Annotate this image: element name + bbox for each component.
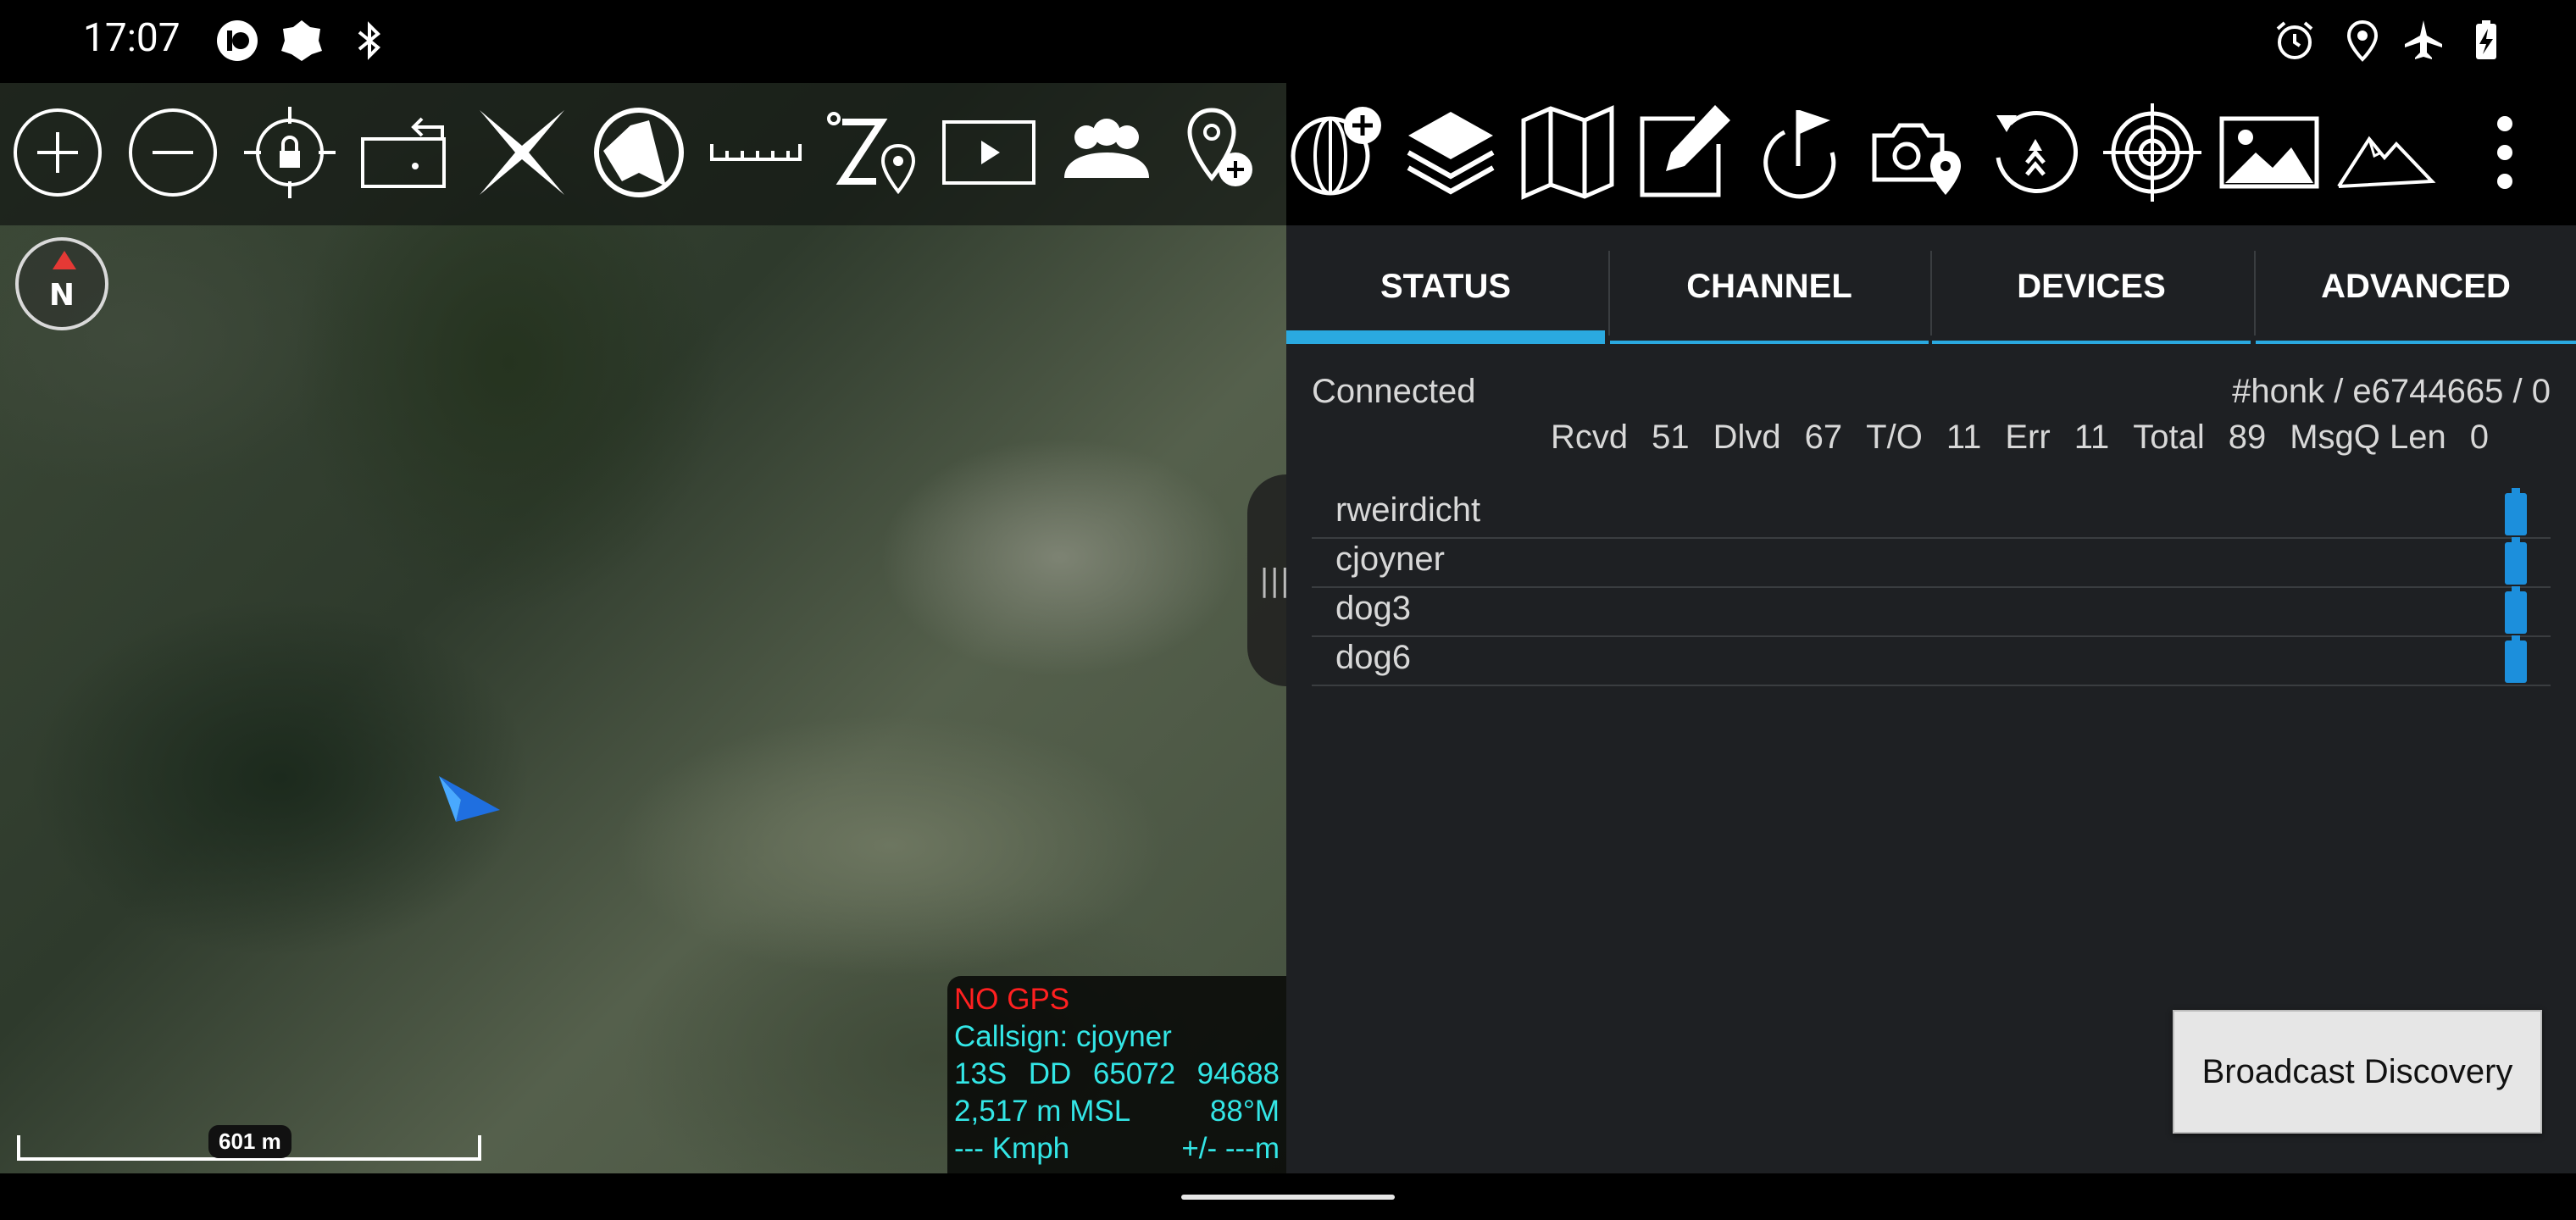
map-mode-icon[interactable] [588,102,690,203]
tab-channel[interactable]: CHANNEL [1610,246,1929,344]
stat-dlvd-label: Dlvd [1713,419,1781,456]
stat-timeout-label: T/O [1866,419,1923,456]
rotate-icon[interactable] [354,102,456,203]
terrain-icon[interactable] [2335,102,2437,203]
battery-icon [2505,537,2527,585]
compass[interactable]: N [15,237,108,330]
altitude-row: 2,517 m MSL 88°M [954,1093,1280,1130]
compass-label: N [48,278,75,313]
tab-channel-indicator [1610,341,1929,344]
stat-total-value: 89 [2228,419,2267,456]
stat-rcvd-label: Rcvd [1551,419,1629,456]
tab-status-indicator [1286,330,1605,344]
add-point-icon[interactable] [1173,102,1274,203]
stat-total-label: Total [2133,419,2205,456]
add-globe-icon[interactable] [1283,102,1385,203]
stat-dlvd-value: 67 [1804,419,1843,456]
bluetooth-icon [347,19,391,63]
image-icon[interactable] [2218,102,2320,203]
stat-rcvd-value: 51 [1652,419,1690,456]
tab-status[interactable]: STATUS [1286,246,1605,344]
scale-label: 601 m [208,1125,291,1158]
home-gesture-bar[interactable] [1181,1195,1395,1200]
panel-resize-handle[interactable]: ||| [1247,474,1290,686]
scale-bar: 601 m [17,1125,481,1169]
device-name: rweirdicht [1335,491,1481,529]
more-icon[interactable] [2454,102,2556,203]
layers-icon[interactable] [1400,102,1502,203]
battery-icon [2505,635,2527,683]
contacts-icon[interactable] [1056,102,1158,203]
map-icon[interactable] [1517,102,1618,203]
tab-channel-label: CHANNEL [1686,268,1852,305]
northing: 94688 [1196,1057,1280,1090]
camera-location-icon[interactable] [1868,102,1969,203]
alarm-icon [2273,19,2317,63]
stat-err-label: Err [2005,419,2051,456]
tab-devices-indicator [1932,341,2251,344]
device-name: cjoyner [1335,541,1445,578]
tab-advanced-label: ADVANCED [2321,268,2511,305]
heading: 88°M [1209,1095,1280,1128]
zoom-in-icon[interactable] [7,102,108,203]
position-error: +/- ---m [1181,1132,1280,1165]
airplane-icon [2401,19,2446,63]
device-name: dog3 [1335,590,1411,627]
datum: DD [1028,1057,1072,1090]
channel-info: #honk / e6744665 / 0 [2232,373,2551,410]
stat-err-value: 11 [2074,419,2110,456]
coordinates-row: 13S DD 65072 94688 [954,1056,1280,1093]
tab-status-label: STATUS [1380,268,1512,305]
play-icon[interactable] [939,102,1041,203]
target-icon[interactable] [2101,102,2203,203]
ruler-icon[interactable] [705,102,807,203]
lock-location-icon[interactable] [239,102,341,203]
grid-zone: 13S [954,1057,1008,1090]
zoom-out-icon[interactable] [122,102,224,203]
tab-advanced[interactable]: ADVANCED [2256,246,2576,344]
device-row[interactable]: dog6 [1312,635,2551,686]
stat-timeout-value: 11 [1946,419,1982,456]
speed-row: --- Kmph +/- ---m [954,1130,1280,1167]
broadcast-discovery-button[interactable]: Broadcast Discovery [2173,1010,2542,1134]
tab-devices-label: DEVICES [2017,268,2166,305]
callsign: Callsign: cjoyner [954,1020,1172,1053]
grip-icon: ||| [1259,563,1291,598]
app-icon [215,19,259,63]
stat-msgq-value: 0 [2469,419,2490,456]
clock: 17:07 [83,15,180,61]
device-row[interactable]: rweirdicht [1312,488,2551,539]
battery-charging-icon [2464,19,2508,63]
battery-icon [2505,586,2527,634]
easting: 65072 [1092,1057,1176,1090]
self-position-marker[interactable] [436,773,503,832]
location-icon [2340,19,2384,63]
speed: --- Kmph [954,1132,1070,1165]
tab-devices[interactable]: DEVICES [1932,246,2251,344]
altitude: 2,517 m MSL [954,1095,1131,1128]
device-row[interactable]: dog3 [1312,586,2551,637]
goto-icon[interactable] [1751,102,1852,203]
device-name: dog6 [1335,639,1411,676]
location-info-box: NO GPS Callsign: cjoyner 13S DD 65072 94… [947,976,1286,1173]
message-stats: Rcvd 51 Dlvd 67 T/O 11 Err 11 Total 89 M… [1551,419,2512,457]
cancel-icon[interactable] [471,102,573,203]
tab-advanced-indicator [2256,341,2576,344]
history-icon[interactable] [1985,102,2086,203]
gps-status: NO GPS [954,983,1070,1016]
route-icon[interactable] [822,102,924,203]
edit-icon[interactable] [1634,102,1735,203]
device-row[interactable]: cjoyner [1312,537,2551,588]
status-bar: 17:07 [0,0,2576,83]
connection-status: Connected [1312,373,1476,410]
notification-icon [280,19,324,63]
battery-icon [2505,488,2527,535]
north-indicator-icon [53,251,76,269]
stat-msgq-label: MsgQ Len [2290,419,2446,456]
tab-bar: STATUS CHANNEL DEVICES ADVANCED [1286,246,2576,344]
